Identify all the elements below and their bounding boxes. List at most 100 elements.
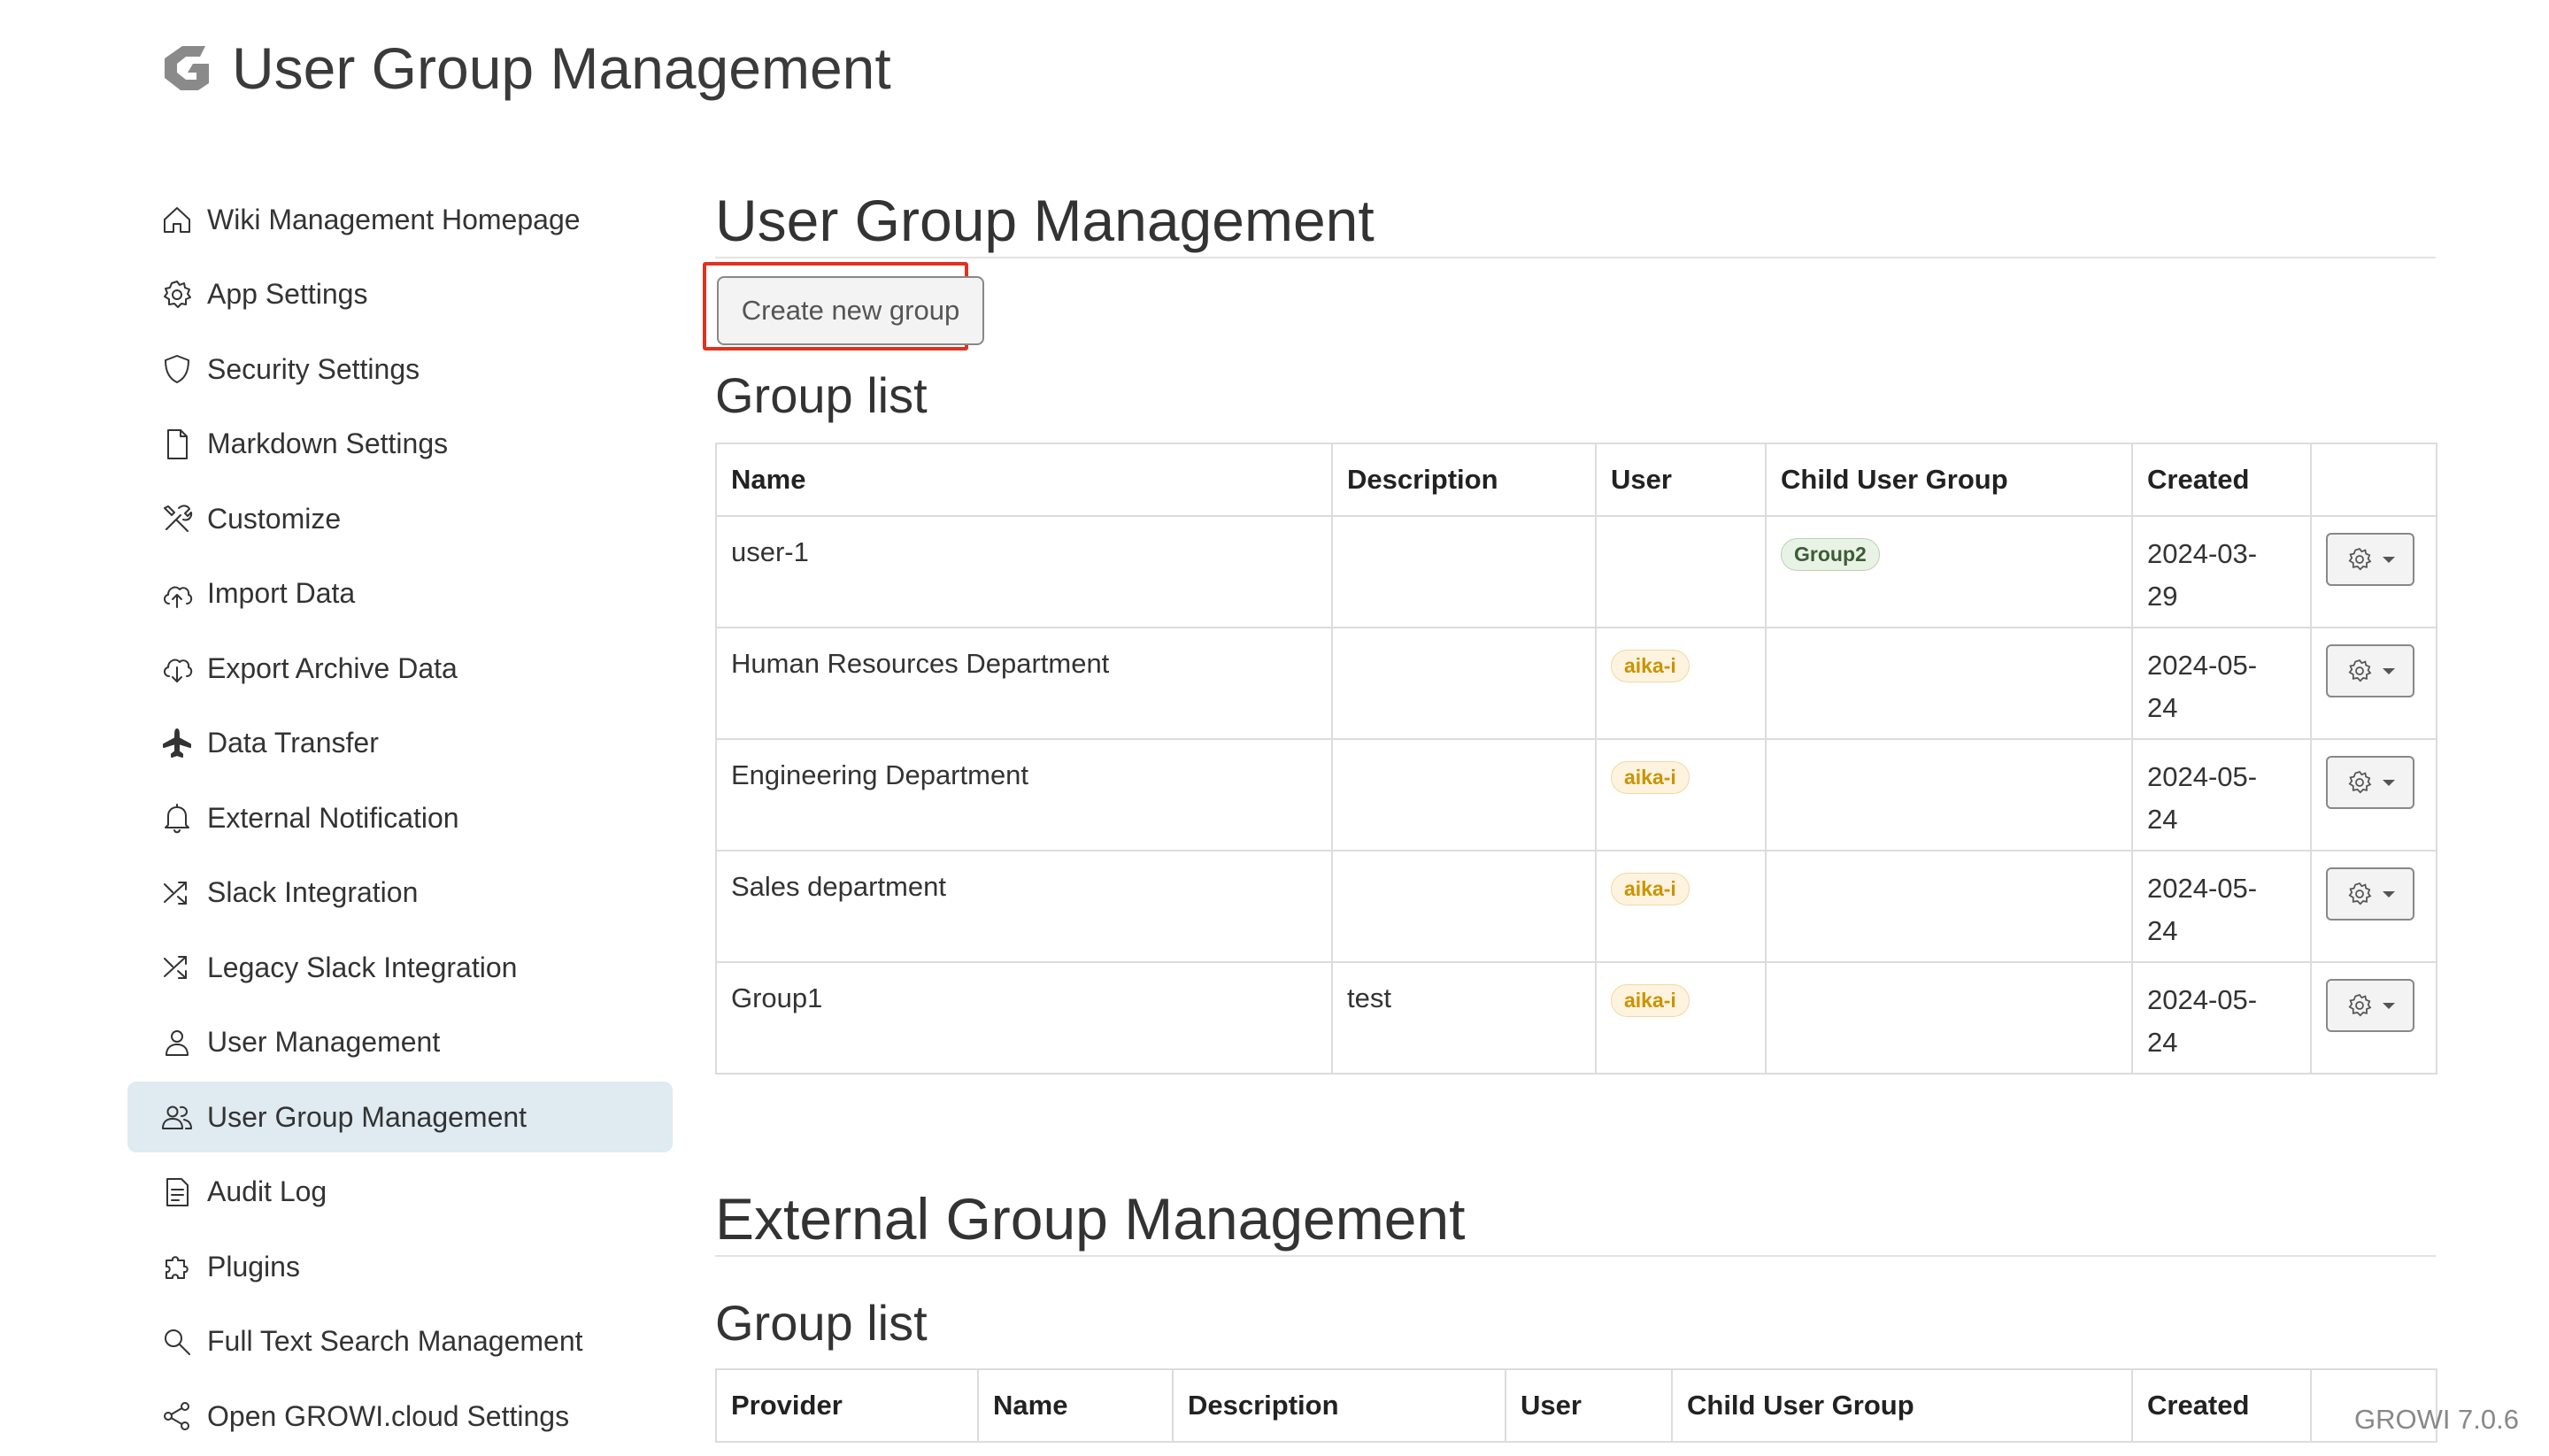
sidebar-item-label: Customize [207,502,342,535]
sidebar-item-full-text-search-management[interactable]: Full Text Search Management [127,1306,673,1377]
group-actions [2310,738,2437,851]
group-name: Group1 [715,961,1333,1075]
gear-icon [2348,659,2372,682]
external-group-list-title: Group list [715,1295,928,1351]
group-actions-button[interactable] [2326,644,2414,697]
caret-down-icon [2383,890,2395,897]
column-header: Provider [715,1368,979,1443]
group-actions-button[interactable] [2326,756,2414,809]
sidebar-item-user-group-management[interactable]: User Group Management [127,1082,673,1152]
create-new-group-button[interactable]: Create new group [717,276,984,345]
group-users [1595,515,1767,628]
table-row: Engineering Department aika-i 2024-05- 24 [715,738,2437,851]
sidebar-item-label: Export Archive Data [207,651,458,684]
group-description: test [1331,961,1597,1075]
sidebar-item-label: Slack Integration [207,876,419,908]
group-children [1765,850,2133,963]
group-created: 2024-05- 24 [2131,961,2312,1075]
group-name: user-1 [715,515,1333,628]
sidebar-item-label: Open GROWI.cloud Settings [207,1399,570,1432]
sidebar-item-label: Audit Log [207,1175,327,1207]
group-description [1331,515,1597,628]
sidebar-item-security-settings[interactable]: Security Settings [127,334,673,404]
group-name: Human Resources Department [715,627,1333,740]
sidebar-item-label: Import Data [207,577,356,609]
column-header: Name [715,443,1333,517]
sidebar-item-customize[interactable]: Customize [127,483,673,554]
group-description [1331,738,1597,851]
admin-sidebar: Wiki Management Homepage App Settings Secu… [127,184,673,1456]
file-icon [159,427,195,462]
caret-down-icon [2383,667,2395,674]
column-header: Description [1331,443,1597,517]
group-actions-button[interactable] [2326,533,2414,586]
sidebar-item-label: App Settings [207,278,368,310]
column-header-actions [2310,443,2437,517]
gear-icon [2348,770,2372,794]
document-icon [159,1175,195,1210]
sidebar-item-label: Full Text Search Management [207,1325,583,1357]
cloud-upload-icon [159,576,195,612]
sidebar-item-audit-log[interactable]: Audit Log [127,1157,673,1228]
sidebar-item-external-notification[interactable]: External Notification [127,782,673,853]
user-badge: aika-i [1611,761,1690,794]
app-header: User Group Management [156,28,891,108]
sidebar-item-legacy-slack-integration[interactable]: Legacy Slack Integration [127,932,673,1003]
column-header: Name [977,1368,1174,1443]
sidebar-item-label: Markdown Settings [207,428,449,459]
growi-logo [165,46,209,90]
group-description [1331,850,1597,963]
table-row: Human Resources Department aika-i 2024-05-… [715,627,2437,740]
sidebar-item-plugins[interactable]: Plugins [127,1231,673,1302]
column-header: Description [1172,1368,1506,1443]
group-actions-button[interactable] [2326,867,2414,921]
group-users: aika-i [1595,627,1767,740]
group-created: 2024-05- 24 [2131,850,2312,963]
sidebar-item-user-management[interactable]: User Management [127,1007,673,1078]
tools-icon [159,501,195,536]
column-header: User [1595,443,1767,517]
main-content: User Group Management Create new group G… [703,184,2437,1443]
sidebar-item-label: Wiki Management Homepage [207,203,581,235]
cloud-download-icon [159,651,195,686]
group-name: Sales department [715,850,1333,963]
group-actions [2310,961,2437,1075]
person-icon [159,1025,195,1060]
caret-down-icon [2383,779,2395,786]
group-description [1331,627,1597,740]
sidebar-item-label: User Group Management [207,1100,528,1133]
external-table-header-row: Provider Name Description User Child User Gr… [715,1368,2437,1443]
column-header: User [1505,1368,1673,1443]
group-children: Group2 [1765,515,2133,628]
column-header: Created [2131,443,2312,517]
sidebar-item-export-archive-data[interactable]: Export Archive Data [127,633,673,704]
table-row: Group1 test aika-i 2024-05- 24 [715,961,2437,1075]
bell-icon [159,800,195,836]
sidebar-item-markdown-settings[interactable]: Markdown Settings [127,409,673,480]
group-actions [2310,627,2437,740]
sidebar-item-import-data[interactable]: Import Data [127,559,673,629]
group-children [1765,738,2133,851]
user-badge: aika-i [1611,984,1690,1017]
share-icon [159,1398,195,1434]
sidebar-item-slack-integration[interactable]: Slack Integration [127,858,673,928]
column-header: Child User Group [1765,443,2133,517]
sidebar-item-wiki-management-homepage[interactable]: Wiki Management Homepage [127,184,673,255]
sidebar-item-label: User Management [207,1026,441,1058]
gear-icon [2348,882,2372,905]
sidebar-item-open-growi-cloud-settings[interactable]: Open GROWI.cloud Settings [127,1381,673,1452]
version-label: GROWI 7.0.6 [2353,1404,2519,1435]
shield-icon [159,351,195,387]
sidebar-item-app-settings[interactable]: App Settings [127,259,673,330]
caret-down-icon [2383,556,2395,563]
sidebar-item-data-transfer[interactable]: Data Transfer [127,708,673,779]
search-icon [159,1324,195,1360]
group-created: 2024-03- 29 [2131,515,2312,628]
shuffle-icon [159,875,195,911]
group-actions-button[interactable] [2326,979,2414,1032]
gear-icon [2348,993,2372,1017]
sidebar-item-label: Plugins [207,1250,300,1283]
group-users: aika-i [1595,961,1767,1075]
sidebar-item-label: Security Settings [207,352,420,385]
sidebar-item-label: Data Transfer [207,727,379,759]
